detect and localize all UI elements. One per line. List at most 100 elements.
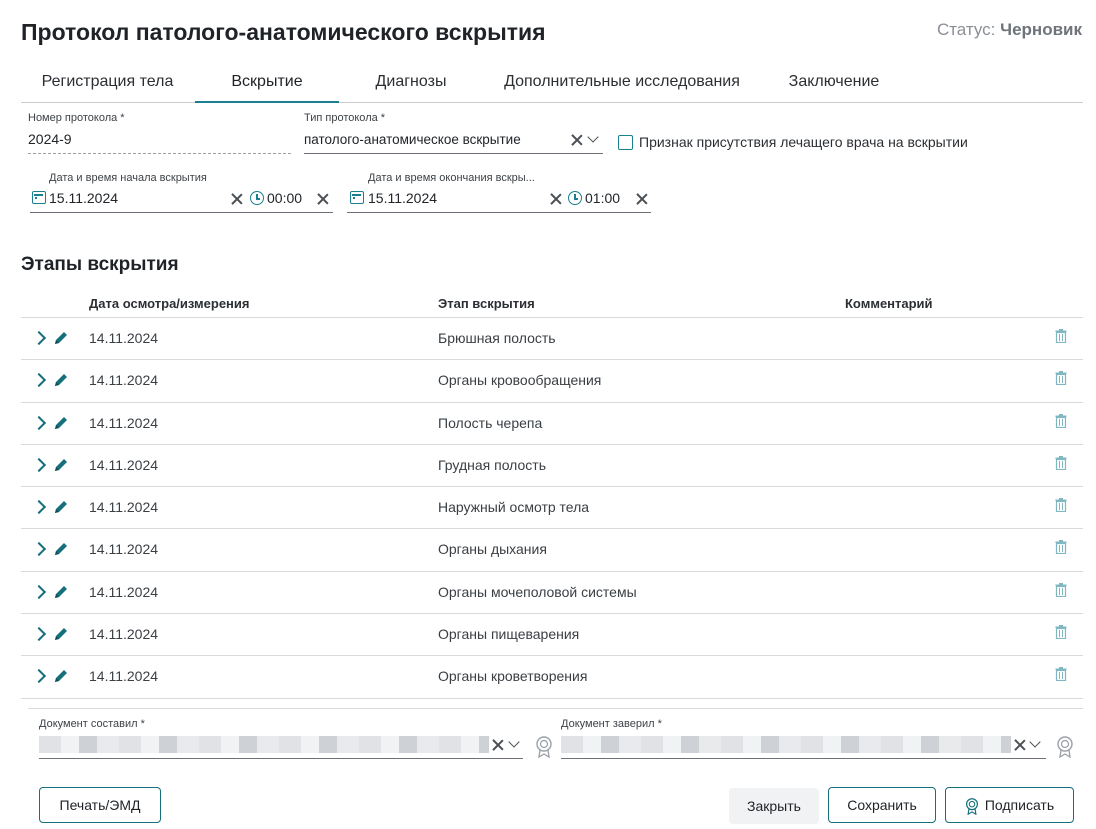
chevron-right-icon[interactable] (31, 584, 47, 599)
clear-icon[interactable] (317, 193, 329, 205)
trash-icon[interactable] (1055, 540, 1067, 555)
clock-icon[interactable] (568, 191, 582, 205)
row-date: 14.11.2024 (89, 414, 159, 431)
stages-title: Этапы вскрытия (21, 254, 179, 275)
certified-value-redacted[interactable] (561, 736, 1011, 753)
trash-icon[interactable] (1055, 413, 1067, 428)
pencil-icon[interactable] (53, 584, 69, 600)
table-body: 14.11.2024 Брюшная полость 14.11.2024 Ор… (21, 318, 1083, 699)
page-title: Протокол патолого-анатомического вскрыти… (21, 19, 546, 45)
save-button[interactable]: Сохранить (828, 787, 936, 823)
certified-underline (561, 758, 1046, 759)
protocol-type-underline (304, 153, 603, 154)
clear-icon[interactable] (636, 193, 648, 205)
table-row: 14.11.2024 Органы дыхания (21, 529, 1083, 572)
start-time-input[interactable]: 00:00 (267, 190, 302, 206)
trash-icon[interactable] (1055, 667, 1067, 682)
clear-icon[interactable] (231, 193, 243, 205)
chevron-right-icon[interactable] (31, 669, 47, 684)
protocol-number-input[interactable]: 2024-9 (28, 131, 72, 147)
tab-bar: Регистрация тела Вскрытие Диагнозы Допол… (21, 62, 1083, 103)
tab-additional-research[interactable]: Дополнительные исследования (491, 62, 753, 102)
protocol-number-underline (28, 153, 291, 154)
chevron-right-icon[interactable] (31, 330, 47, 346)
table-row: 14.11.2024 Брюшная полость (21, 318, 1083, 361)
row-date: 14.11.2024 (89, 456, 159, 473)
table-row: 14.11.2024 Органы кроветворения (21, 656, 1083, 699)
composed-label: Документ составил * (39, 718, 145, 730)
chevron-right-icon[interactable] (31, 542, 47, 557)
seal-icon (965, 797, 978, 815)
tab-autopsy[interactable]: Вскрытие (195, 62, 339, 103)
pencil-icon[interactable] (53, 372, 69, 388)
status-label: Статус: (936, 20, 996, 39)
table-row: 14.11.2024 Полость черепа (21, 403, 1083, 445)
chevron-right-icon[interactable] (31, 627, 47, 642)
end-date-input[interactable]: 15.11.2024 (368, 190, 437, 206)
row-stage: Полость черепа (438, 414, 543, 431)
trash-icon[interactable] (1055, 582, 1067, 597)
chevron-right-icon[interactable] (31, 457, 47, 472)
tab-body-registration[interactable]: Регистрация тела (21, 62, 194, 102)
trash-icon[interactable] (1055, 455, 1067, 470)
doctor-present-checkbox[interactable] (618, 135, 633, 150)
chevron-down-icon[interactable] (587, 131, 599, 143)
row-date: 14.11.2024 (89, 626, 159, 643)
pencil-icon[interactable] (53, 330, 69, 346)
pencil-icon[interactable] (53, 499, 69, 515)
chevron-down-icon[interactable] (508, 736, 520, 748)
row-date: 14.11.2024 (89, 541, 159, 558)
seal-icon[interactable] (535, 736, 553, 758)
pencil-icon[interactable] (53, 668, 69, 684)
column-date: Дата осмотра/измерения (89, 296, 250, 311)
end-time-input[interactable]: 01:00 (585, 190, 620, 206)
trash-icon[interactable] (1055, 371, 1067, 386)
print-emd-button[interactable]: Печать/ЭМД (39, 787, 161, 823)
clear-icon[interactable] (492, 739, 504, 751)
row-stage: Органы мочеполовой системы (438, 583, 637, 600)
row-stage: Органы дыхания (438, 541, 547, 558)
clear-icon[interactable] (1014, 739, 1026, 751)
close-button[interactable]: Закрыть (729, 788, 819, 824)
calendar-icon[interactable] (32, 191, 46, 204)
composed-value-redacted[interactable] (39, 736, 489, 753)
sign-button[interactable]: Подписать (945, 787, 1074, 823)
calendar-icon[interactable] (350, 191, 364, 204)
row-stage: Органы кровообращения (438, 372, 602, 389)
clock-icon[interactable] (250, 191, 264, 205)
tab-diagnoses[interactable]: Диагнозы (356, 62, 466, 102)
table-header: Дата осмотра/измерения Этап вскрытия Ком… (21, 290, 1083, 318)
trash-icon[interactable] (1055, 625, 1067, 640)
pencil-icon[interactable] (53, 541, 69, 557)
certified-label: Документ заверил * (561, 718, 662, 730)
clear-icon[interactable] (550, 193, 562, 205)
tab-conclusion[interactable]: Заключение (775, 62, 893, 102)
seal-icon[interactable] (1056, 736, 1074, 758)
trash-icon[interactable] (1055, 498, 1067, 513)
column-stage: Этап вскрытия (438, 296, 535, 311)
pencil-icon[interactable] (53, 415, 69, 431)
start-datetime-underline (30, 212, 333, 213)
protocol-type-select[interactable]: патолого-анатомическое вскрытие (304, 132, 521, 147)
trash-icon[interactable] (1055, 329, 1067, 343)
table-row: 14.11.2024 Грудная полость (21, 445, 1083, 488)
row-stage: Наружный осмотр тела (438, 499, 590, 516)
clear-icon[interactable] (571, 134, 583, 146)
pencil-icon[interactable] (53, 626, 69, 642)
table-row: 14.11.2024 Наружный осмотр тела (21, 487, 1083, 530)
row-stage: Грудная полость (438, 456, 546, 473)
start-date-input[interactable]: 15.11.2024 (49, 190, 118, 206)
chevron-right-icon[interactable] (31, 500, 47, 515)
status-indicator: Статус: Черновик (937, 20, 1082, 40)
composed-underline (39, 758, 523, 759)
sign-button-label: Подписать (984, 797, 1055, 813)
chevron-down-icon[interactable] (1029, 736, 1041, 748)
pencil-icon[interactable] (53, 457, 69, 473)
chevron-right-icon[interactable] (31, 373, 47, 388)
row-stage: Органы пищеварения (438, 626, 580, 643)
row-date: 14.11.2024 (89, 372, 159, 389)
status-value: Черновик (1000, 20, 1082, 39)
row-date: 14.11.2024 (89, 583, 159, 600)
end-datetime-label: Дата и время окончания вскры... (368, 172, 535, 184)
chevron-right-icon[interactable] (31, 415, 47, 430)
